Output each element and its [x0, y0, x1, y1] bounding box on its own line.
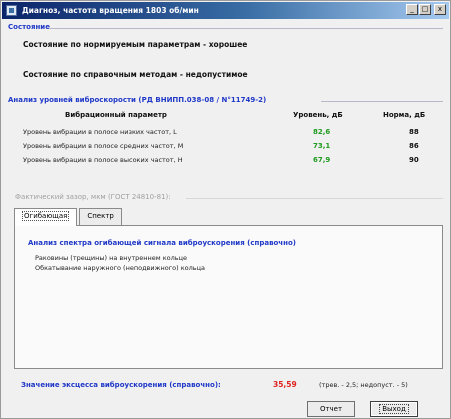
exit-button-label: Выход: [379, 404, 409, 414]
param-name: Уровень вибрации в полосе средних частот…: [23, 142, 184, 150]
status-heading: Состояние: [8, 23, 50, 31]
tab-spectrum[interactable]: Спектр: [79, 208, 122, 225]
vibration-divider: [321, 101, 443, 102]
window-controls: _ □ x: [406, 4, 446, 15]
param-name: Уровень вибрации в полосе низких частот,…: [23, 128, 177, 136]
reference-state-text: Состояние по справочным методам - недопу…: [23, 70, 248, 79]
maximize-button[interactable]: □: [419, 4, 431, 15]
close-button[interactable]: x: [434, 4, 446, 15]
table-row: Уровень вибрации в полосе средних частот…: [23, 142, 443, 154]
report-button[interactable]: Отчет: [307, 401, 355, 417]
normalized-state-text: Состояние по нормируемым параметрам - хо…: [23, 40, 248, 49]
gap-divider: [186, 198, 443, 199]
title-bar[interactable]: Диагноз, частота вращения 1803 об/мин _ …: [2, 2, 449, 19]
param-norm: 86: [409, 142, 419, 150]
vibration-heading: Анализ уровней виброскорости (РД ВНИПП.0…: [8, 96, 267, 104]
window-title: Диагноз, частота вращения 1803 об/мин: [22, 6, 199, 15]
param-level: 73,1: [313, 142, 331, 150]
defect-item: Обкатывание наружного (неподвижного) кол…: [35, 264, 205, 272]
col-param-header: Вибрационный параметр: [65, 111, 167, 119]
excess-thresholds: (трев. - 2,5; недопуст. - 5): [319, 381, 408, 389]
minimize-button[interactable]: _: [406, 4, 418, 15]
param-level: 82,6: [313, 128, 331, 136]
tab-envelope[interactable]: Огибающая: [14, 208, 78, 226]
param-level: 67,9: [313, 156, 331, 164]
defect-item: Раковины (трещины) на внутреннем кольце: [35, 254, 188, 262]
col-level-header: Уровень, дБ: [293, 111, 343, 119]
table-row: Уровень вибрации в полосе высоких частот…: [23, 156, 443, 168]
tab-envelope-label: Огибающая: [22, 211, 70, 221]
tab-strip: Огибающая Спектр: [14, 208, 124, 226]
table-row: Уровень вибрации в полосе низких частот,…: [23, 128, 443, 140]
envelope-panel: Анализ спектра огибающей сигнала виброус…: [14, 225, 443, 369]
excess-label: Значение эксцесса виброускорения (справо…: [21, 381, 221, 389]
app-icon: [6, 5, 17, 16]
param-norm: 90: [409, 156, 419, 164]
param-norm: 88: [409, 128, 419, 136]
gap-label: Фактический зазор, мкм (ГОСТ 24810-81):: [15, 193, 171, 201]
status-divider: [49, 28, 443, 29]
exit-button[interactable]: Выход: [370, 401, 418, 417]
excess-value: 35,59: [273, 380, 297, 389]
diagnosis-window: Диагноз, частота вращения 1803 об/мин _ …: [0, 0, 451, 419]
spectrum-heading: Анализ спектра огибающей сигнала виброус…: [28, 239, 296, 247]
param-name: Уровень вибрации в полосе высоких частот…: [23, 156, 183, 164]
col-norm-header: Норма, дБ: [383, 111, 426, 119]
